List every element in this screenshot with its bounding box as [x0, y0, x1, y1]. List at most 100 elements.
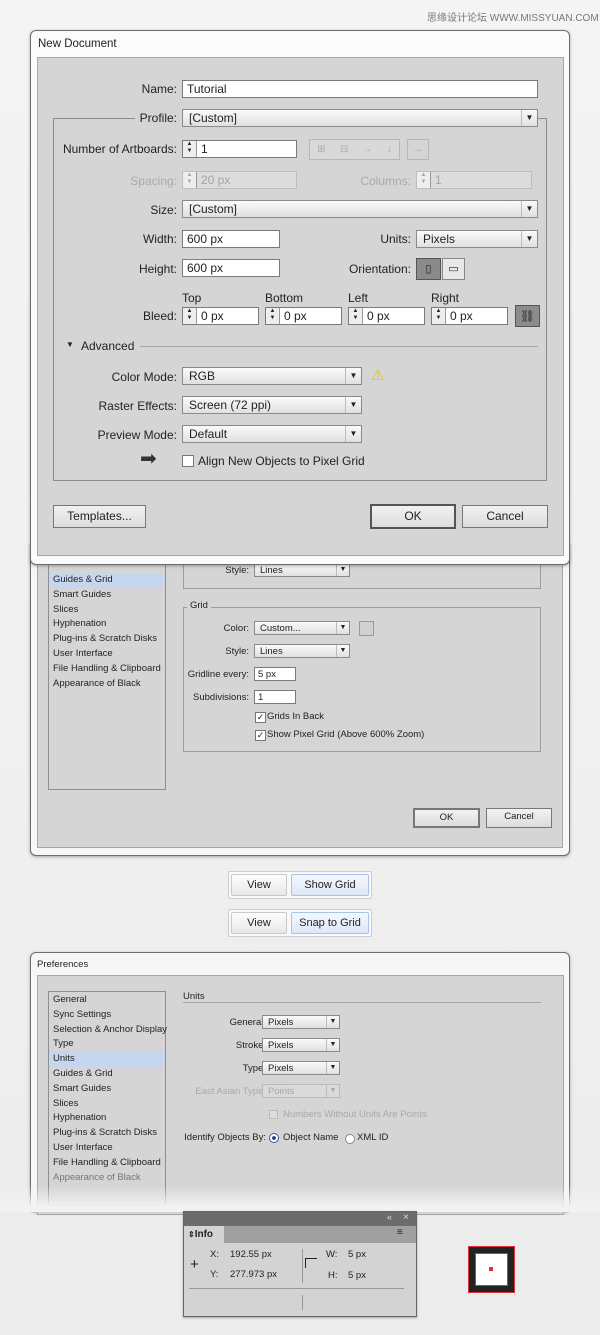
advanced-label: Advanced — [81, 339, 135, 353]
general-units-label: General: — [229, 1017, 266, 1028]
stroke-units-select[interactable]: Pixels ▼ — [262, 1038, 340, 1052]
pref-item-guides-grid[interactable]: Guides & Grid — [49, 573, 165, 588]
pref-item-plugins[interactable]: Plug-ins & Scratch Disks — [49, 632, 165, 647]
view-menu-button[interactable]: View — [231, 874, 287, 896]
landscape-button[interactable]: ▭ — [442, 258, 465, 280]
link-bleed-button[interactable]: ⛓ — [515, 305, 540, 327]
stepper-icon[interactable]: ▲ ▼ — [183, 141, 197, 157]
guides-cancel-button[interactable]: Cancel — [486, 808, 552, 828]
bleed-left-label: Left — [348, 291, 369, 305]
stepper-icon[interactable]: ▲ ▼ — [183, 308, 197, 324]
profile-select[interactable]: [Custom] ▼ — [182, 109, 538, 127]
bleed-bottom-input[interactable]: ▲ ▼ 0 px — [265, 307, 342, 325]
stepper-icon[interactable]: ▲ ▼ — [349, 308, 363, 324]
chevron-down-icon: ▼ — [345, 426, 361, 442]
align-pixel-grid-checkbox[interactable] — [182, 455, 194, 467]
pref-item-type[interactable]: Type — [49, 1037, 165, 1052]
pref-item-file-handling[interactable]: File Handling & Clipboard — [49, 1156, 165, 1171]
x-value: 192.55 px — [230, 1249, 272, 1260]
pref-item-appearance-black[interactable]: Appearance of Black — [49, 677, 165, 692]
x-label: X: — [210, 1249, 219, 1260]
name-input[interactable]: Tutorial — [182, 80, 538, 98]
section-divider — [183, 1002, 541, 1003]
pref-item-plugins[interactable]: Plug-ins & Scratch Disks — [49, 1126, 165, 1141]
grid-style-select[interactable]: Lines ▼ — [254, 644, 350, 658]
raster-effects-value: Screen (72 ppi) — [189, 398, 272, 412]
grid-color-select[interactable]: Custom... ▼ — [254, 621, 350, 635]
width-label: Width: — [142, 232, 177, 246]
grids-in-back-checkbox[interactable]: ✓ — [255, 712, 266, 723]
guides-style-select[interactable]: Lines ▼ — [254, 563, 350, 577]
height-input[interactable]: 600 px — [182, 259, 280, 277]
portrait-button[interactable]: ▯ — [416, 258, 441, 280]
units-select[interactable]: Pixels ▼ — [416, 230, 538, 248]
close-icon[interactable]: × — [403, 1212, 409, 1223]
stepper-icon: ▲ ▼ — [417, 172, 431, 188]
artboard-layout-buttons[interactable]: ⊞ ⊟ → ↓ — [309, 139, 400, 160]
dimensions-icon — [305, 1258, 317, 1268]
disclosure-triangle-icon[interactable]: ▼ — [66, 340, 74, 349]
arrange-by-row-icon[interactable]: → — [363, 144, 373, 155]
pref-item-hyphenation[interactable]: Hyphenation — [49, 1111, 165, 1126]
chevron-down-icon: ▼ — [336, 645, 349, 657]
pref-item-slices[interactable]: Slices — [49, 603, 165, 618]
artboards-input[interactable]: ▲ ▼ 1 — [182, 140, 297, 158]
pref-item-user-interface[interactable]: User Interface — [49, 1141, 165, 1156]
gridline-input[interactable]: 5 px — [254, 667, 296, 681]
width-input[interactable]: 600 px — [182, 230, 280, 248]
pref-item-general[interactable]: General — [49, 993, 165, 1008]
info-tab[interactable]: ⇕Info — [184, 1226, 224, 1243]
layout-direction-button[interactable]: → — [407, 139, 429, 160]
chevron-down-icon: ▼ — [521, 110, 537, 126]
grid-by-column-icon[interactable]: ⊟ — [340, 144, 348, 155]
templates-button[interactable]: Templates... — [53, 505, 146, 528]
subdivisions-input[interactable]: 1 — [254, 690, 296, 704]
pref-item-hyphenation[interactable]: Hyphenation — [49, 617, 165, 632]
grid-by-row-icon[interactable]: ⊞ — [317, 144, 325, 155]
arrange-by-column-icon[interactable]: ↓ — [387, 144, 392, 155]
pref-item-appearance-black[interactable]: Appearance of Black — [49, 1171, 165, 1186]
raster-effects-select[interactable]: Screen (72 ppi) ▼ — [182, 396, 362, 414]
pref-item-slices[interactable]: Slices — [49, 1097, 165, 1112]
show-pixel-grid-checkbox[interactable]: ✓ — [255, 730, 266, 741]
guides-prefs-list[interactable]: Units Guides & Grid Smart Guides Slices … — [48, 555, 166, 790]
pref-item-smart-guides[interactable]: Smart Guides — [49, 588, 165, 603]
preferences-list[interactable]: General Sync Settings Selection & Anchor… — [48, 991, 167, 1206]
size-select[interactable]: [Custom] ▼ — [182, 200, 538, 218]
bleed-left-input[interactable]: ▲ ▼ 0 px — [348, 307, 425, 325]
pref-item-units[interactable]: Units — [49, 1052, 165, 1067]
preview-mode-select[interactable]: Default ▼ — [182, 425, 362, 443]
pref-item-file-handling[interactable]: File Handling & Clipboard — [49, 662, 165, 677]
grid-color-swatch[interactable] — [359, 621, 374, 636]
stepper-icon[interactable]: ▲ ▼ — [432, 308, 446, 324]
pref-item-guides-grid[interactable]: Guides & Grid — [49, 1067, 165, 1082]
ok-button[interactable]: OK — [370, 504, 456, 529]
guides-style-value: Lines — [260, 565, 283, 576]
type-units-select[interactable]: Pixels ▼ — [262, 1061, 340, 1075]
pref-item-smart-guides[interactable]: Smart Guides — [49, 1082, 165, 1097]
object-name-radio[interactable] — [269, 1133, 279, 1143]
color-mode-select[interactable]: RGB ▼ — [182, 367, 362, 385]
guides-ok-button[interactable]: OK — [413, 808, 480, 828]
artboards-label: Number of Artboards: — [62, 142, 177, 156]
pref-item-sync-settings[interactable]: Sync Settings — [49, 1008, 165, 1023]
show-grid-menu-item[interactable]: Show Grid — [291, 874, 369, 896]
collapse-icon[interactable]: « — [387, 1212, 392, 1222]
cancel-button[interactable]: Cancel — [462, 505, 548, 528]
w-label: W: — [326, 1249, 338, 1260]
show-pixel-grid-label: Show Pixel Grid (Above 600% Zoom) — [267, 729, 425, 740]
bleed-right-input[interactable]: ▲ ▼ 0 px — [431, 307, 508, 325]
panel-titlebar[interactable]: « × — [184, 1212, 416, 1226]
grid-color-label: Color: — [223, 623, 249, 634]
snap-to-grid-menu-item[interactable]: Snap to Grid — [291, 912, 369, 934]
bleed-top-input[interactable]: ▲ ▼ 0 px — [182, 307, 259, 325]
general-units-select[interactable]: Pixels ▼ — [262, 1015, 340, 1029]
pref-item-user-interface[interactable]: User Interface — [49, 647, 165, 662]
stepper-icon[interactable]: ▲ ▼ — [266, 308, 280, 324]
panel-menu-icon[interactable]: ≡ — [397, 1227, 403, 1238]
view-menu-button[interactable]: View — [231, 912, 287, 934]
grids-in-back-label: Grids In Back — [267, 711, 325, 722]
units-section-title: Units — [183, 991, 205, 1002]
guides-style-label: Style: — [225, 565, 249, 576]
pref-item-selection-anchor[interactable]: Selection & Anchor Display — [49, 1023, 167, 1038]
